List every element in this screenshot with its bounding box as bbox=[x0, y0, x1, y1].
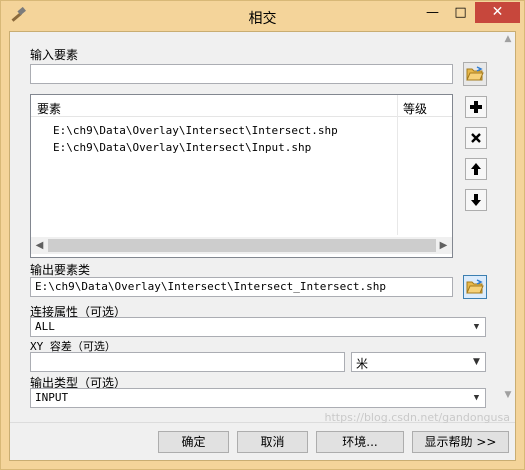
open-folder-icon bbox=[466, 66, 484, 81]
scroll-left-icon[interactable]: ◀ bbox=[31, 238, 48, 253]
list-item[interactable]: E:\ch9\Data\Overlay\Intersect\Input.shp bbox=[31, 139, 397, 156]
plus-icon bbox=[470, 101, 482, 113]
move-down-button[interactable] bbox=[465, 189, 487, 211]
input-features-list[interactable]: 要素 等级 E:\ch9\Data\Overlay\Intersect\Inte… bbox=[30, 94, 453, 258]
ok-button[interactable]: 确定 bbox=[158, 431, 229, 453]
dialog-content: 输入要素 要素 等级 E:\ch9\Data\Overlay\Intersect… bbox=[9, 31, 516, 461]
input-features-label: 输入要素 bbox=[30, 48, 79, 62]
open-folder-icon bbox=[466, 279, 484, 294]
chevron-down-icon: ▼ bbox=[473, 393, 480, 403]
xy-tolerance-field[interactable] bbox=[30, 352, 345, 372]
title-bar[interactable]: 相交 — □ ✕ bbox=[1, 1, 524, 31]
output-type-select[interactable]: INPUT ▼ bbox=[30, 388, 486, 408]
vertical-scrollbar[interactable]: ▲ ▼ bbox=[501, 32, 515, 430]
feature-path: E:\ch9\Data\Overlay\Intersect\Input.shp bbox=[53, 141, 312, 154]
arrow-up-icon bbox=[471, 163, 481, 175]
xy-tolerance-unit-value: 米 bbox=[356, 357, 369, 371]
maximize-button[interactable]: □ bbox=[447, 2, 474, 23]
horizontal-scrollbar[interactable]: ◀ ▶ bbox=[31, 237, 452, 254]
scroll-down-icon[interactable]: ▼ bbox=[501, 390, 515, 400]
browse-output-button[interactable] bbox=[463, 275, 487, 299]
browse-input-button[interactable] bbox=[463, 62, 487, 86]
cancel-button[interactable]: 取消 bbox=[237, 431, 308, 453]
list-header: 要素 等级 bbox=[31, 95, 452, 117]
column-header-rank[interactable]: 等级 bbox=[403, 100, 427, 117]
column-header-features[interactable]: 要素 bbox=[37, 100, 61, 117]
move-up-button[interactable] bbox=[465, 158, 487, 180]
tool-dialog-window: 相交 — □ ✕ 输入要素 要素 等级 E:\ch9\Data\Overlay\… bbox=[0, 0, 525, 470]
scrollbar-thumb[interactable] bbox=[48, 239, 436, 252]
add-feature-button[interactable] bbox=[465, 96, 487, 118]
button-bar: 确定 取消 环境... 显示帮助 >> bbox=[10, 422, 515, 460]
input-features-field[interactable] bbox=[30, 64, 453, 84]
output-feature-class-field[interactable]: E:\ch9\Data\Overlay\Intersect\Intersect_… bbox=[30, 277, 453, 297]
column-divider bbox=[397, 95, 398, 235]
chevron-down-icon: ▼ bbox=[473, 357, 480, 367]
remove-feature-button[interactable] bbox=[465, 127, 487, 149]
xy-tolerance-unit-select[interactable]: 米 ▼ bbox=[351, 352, 486, 372]
join-attributes-value: ALL bbox=[35, 320, 55, 333]
x-icon bbox=[471, 133, 481, 143]
chevron-down-icon: ▼ bbox=[473, 322, 480, 332]
join-attributes-select[interactable]: ALL ▼ bbox=[30, 317, 486, 337]
output-type-value: INPUT bbox=[35, 391, 69, 404]
minimize-button[interactable]: — bbox=[419, 2, 446, 23]
feature-path: E:\ch9\Data\Overlay\Intersect\Intersect.… bbox=[53, 124, 338, 137]
close-button[interactable]: ✕ bbox=[475, 2, 520, 23]
watermark: https://blog.csdn.net/gandongusa bbox=[324, 411, 510, 424]
show-help-button[interactable]: 显示帮助 >> bbox=[412, 431, 509, 453]
scroll-right-icon[interactable]: ▶ bbox=[435, 238, 452, 253]
arrow-down-icon bbox=[471, 194, 481, 206]
scroll-up-icon[interactable]: ▲ bbox=[501, 34, 515, 44]
environments-button[interactable]: 环境... bbox=[316, 431, 404, 453]
list-item[interactable]: E:\ch9\Data\Overlay\Intersect\Intersect.… bbox=[31, 122, 397, 139]
output-feature-class-label: 输出要素类 bbox=[30, 263, 91, 277]
